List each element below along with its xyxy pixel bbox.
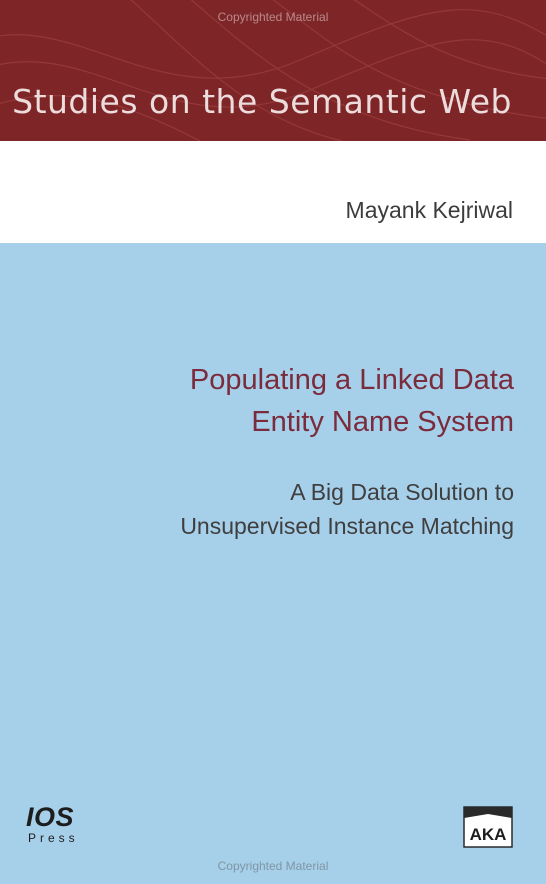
book-title-line-1: Populating a Linked Data [189,364,514,396]
aka-logo-text: AKA [470,825,507,844]
author-band: Mayank Kejriwal [0,141,546,243]
watermark-top: Copyrighted Material [217,10,329,24]
book-cover: Copyrighted Material Studies on the Sema… [0,0,546,884]
watermark-bottom: Copyrighted Material [217,859,329,873]
series-band: Copyrighted Material Studies on the Sema… [0,0,546,141]
book-subtitle: A Big Data Solution to Unsupervised Inst… [34,475,514,543]
publisher-name: IOS [26,802,75,832]
book-subtitle-line-2: Unsupervised Instance Matching [180,513,514,539]
book-subtitle-line-1: A Big Data Solution to [290,479,514,505]
aka-logo: AKA [463,806,513,848]
author-name: Mayank Kejriwal [345,197,513,223]
series-title: Studies on the Semantic Web [12,82,512,121]
ios-press-logo: IOS Press [26,803,96,849]
main-area: Populating a Linked Data Entity Name Sys… [0,243,546,884]
publisher-sub: Press [28,831,79,845]
book-title-line-2: Entity Name System [251,406,514,438]
book-title: Populating a Linked Data Entity Name Sys… [34,359,514,443]
aka-logo-icon: AKA [463,806,513,848]
